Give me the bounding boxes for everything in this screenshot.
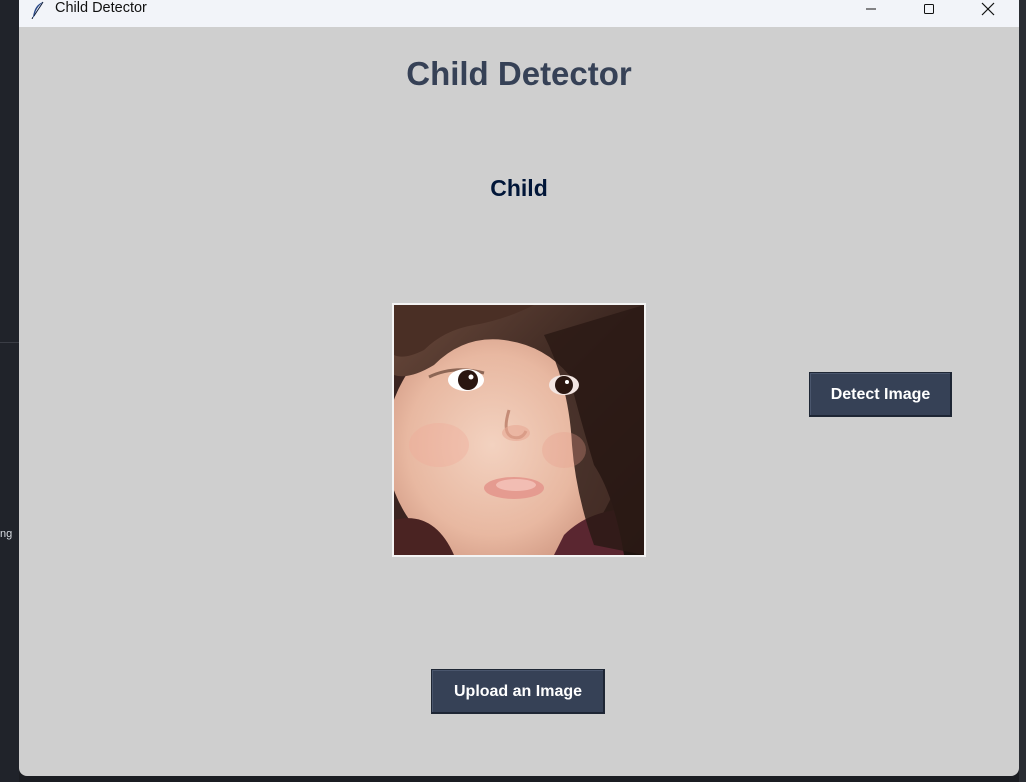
close-icon xyxy=(981,2,995,16)
page-title: Child Detector xyxy=(406,55,632,92)
maximize-button[interactable] xyxy=(906,0,952,18)
minimize-button[interactable] xyxy=(848,0,894,18)
app-window: Child Detector Child Detector Child Dete… xyxy=(19,0,1019,776)
background-text: ng xyxy=(0,528,13,540)
background-strip xyxy=(1019,0,1026,782)
close-button[interactable] xyxy=(965,0,1011,18)
detect-image-button[interactable]: Detect Image xyxy=(809,372,952,417)
result-label: Child xyxy=(490,175,548,201)
title-bar[interactable]: Child Detector xyxy=(19,0,1019,27)
background-panel xyxy=(0,0,19,782)
minimize-icon xyxy=(866,8,876,10)
background-divider xyxy=(0,342,19,343)
main-content: Child Detector Child Detect Image Upload… xyxy=(19,27,1019,776)
upload-image-button[interactable]: Upload an Image xyxy=(431,669,605,714)
uploaded-image xyxy=(392,303,646,557)
window-title: Child Detector xyxy=(55,0,147,16)
child-face-photo xyxy=(394,305,644,555)
feather-icon xyxy=(31,1,45,20)
maximize-icon xyxy=(924,4,934,14)
